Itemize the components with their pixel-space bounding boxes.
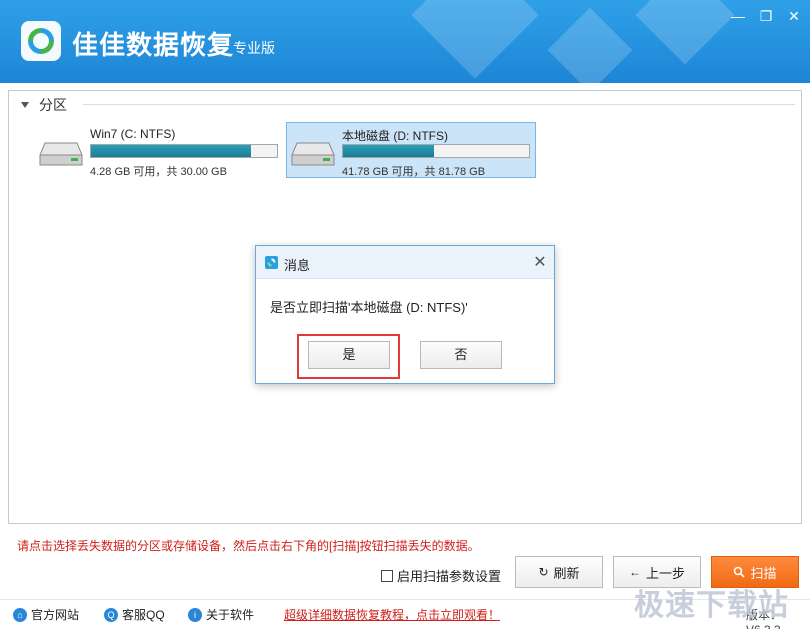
drive-name: 本地磁盘 (D: NTFS) [342,129,448,143]
partition-section-header[interactable]: 分区 [21,95,67,115]
instruction-hint: 请点击选择丢失数据的分区或存储设备，然后点击右下角的[扫描]按钮扫描丢失的数据。 [17,539,480,553]
hard-drive-icon [39,142,83,166]
drive-usage-bar [90,144,278,158]
drive-usage-bar [342,144,530,158]
confirm-scan-dialog: 消息 ✕ 是否立即扫描'本地磁盘 (D: NTFS)' 是 否 [255,245,555,384]
support-qq-label: 客服QQ [122,608,165,622]
arrow-left-icon: ← [628,565,641,579]
drive-c[interactable]: Win7 (C: NTFS) 4.28 GB 可用，共 30.00 GB [34,122,284,178]
drive-d[interactable]: 本地磁盘 (D: NTFS) 41.78 GB 可用，共 81.78 GB [286,122,536,178]
titlebar-decoration [411,0,539,79]
search-icon [734,566,746,578]
collapse-arrow-icon[interactable] [21,102,29,108]
title-bar: 佳佳数据恢复 专业版 — ❐ ✕ [0,0,810,83]
site-watermark: 极速下载站 [634,589,789,622]
restore-icon[interactable]: ❐ [756,8,776,24]
info-icon: i [188,607,202,622]
home-icon: ⌂ [13,607,27,622]
no-button[interactable]: 否 [420,341,502,369]
titlebar-decoration [635,0,735,65]
checkbox-box[interactable] [381,569,393,582]
app-edition: 专业版 [233,40,275,56]
about-link[interactable]: i 关于软件 [188,606,254,623]
about-label: 关于软件 [206,608,255,622]
minimize-icon[interactable]: — [728,8,748,24]
dialog-title-bar: 消息 ✕ [256,246,554,279]
dialog-close-icon[interactable]: ✕ [532,252,548,272]
partition-section-label: 分区 [39,97,67,113]
refresh-icon: ↻ [538,565,549,579]
scan-label: 扫描 [750,565,777,581]
scan-settings-checkbox[interactable]: 启用扫描参数设置 [381,566,501,585]
official-site-label: 官方网站 [31,608,80,622]
official-site-link[interactable]: ⌂ 官方网站 [13,606,79,623]
refresh-button[interactable]: ↻ 刷新 [515,556,603,588]
support-qq-link[interactable]: Q 客服QQ [104,606,165,623]
qq-icon: Q [104,607,118,622]
close-icon[interactable]: ✕ [784,8,804,24]
app-logo-icon [265,256,278,269]
back-label: 上一步 [645,565,685,581]
refresh-label: 刷新 [553,565,580,581]
titlebar-decoration [547,7,633,83]
hard-drive-icon [291,142,335,166]
drive-size-text: 4.28 GB 可用，共 30.00 GB [90,166,227,178]
drive-name: Win7 (C: NTFS) [90,127,176,141]
dialog-title: 消息 [284,258,311,273]
section-divider [83,104,795,105]
app-logo-icon [21,21,61,61]
drive-usage-fill [343,145,435,157]
app-title: 佳佳数据恢复 [72,30,235,60]
scan-settings-label: 启用扫描参数设置 [397,569,502,584]
tutorial-promo-link[interactable]: 超级详细数据恢复教程，点击立即观看！ [284,606,500,623]
dialog-message: 是否立即扫描'本地磁盘 (D: NTFS)' [270,300,468,315]
drive-size-text: 41.78 GB 可用，共 81.78 GB [342,166,486,178]
drive-usage-fill [91,145,251,157]
yes-button[interactable]: 是 [308,341,390,369]
